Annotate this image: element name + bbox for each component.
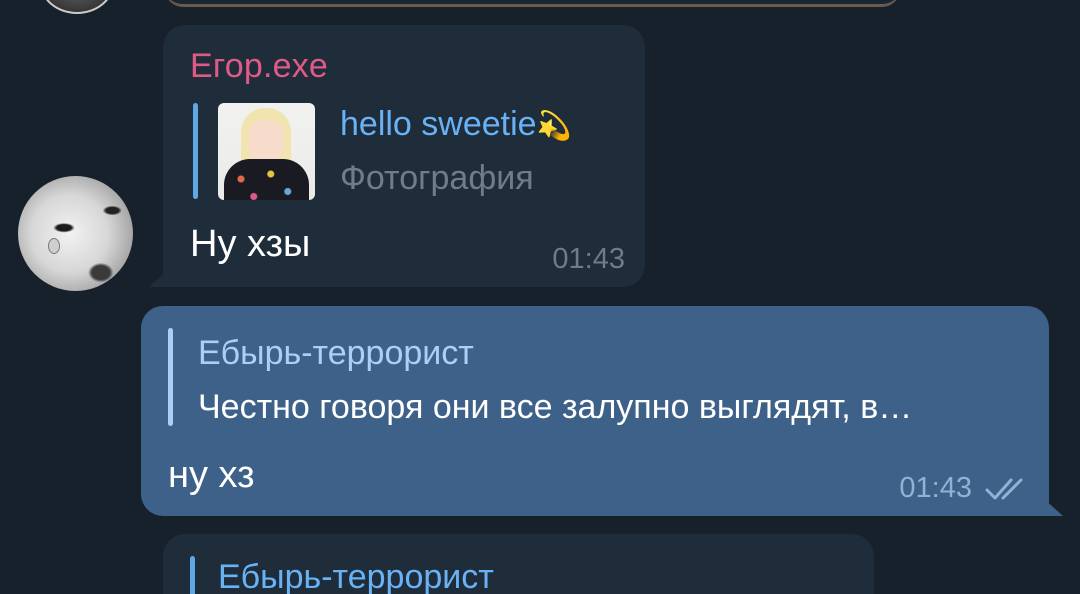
sender-avatar[interactable]	[18, 176, 133, 291]
dizzy-emoji-icon: 💫	[536, 110, 572, 141]
message-bubble-partial[interactable]	[165, 0, 900, 7]
reply-preview[interactable]: Ебырь-террорист Честно говоря они все за…	[168, 328, 1028, 428]
chat-history[interactable]: Егор.exe hello sweetie💫 Фотография Ну хз…	[0, 0, 1080, 594]
avatar[interactable]	[40, 0, 114, 14]
outgoing-message-bubble[interactable]: Ебырь-террорист Честно говоря они все за…	[141, 306, 1063, 516]
reply-title: hello sweetie💫	[340, 105, 571, 144]
reply-preview[interactable]: hello sweetie💫 Фотография	[190, 103, 630, 201]
reply-title: Ебырь-террорист	[198, 334, 474, 372]
message-time: 01:43	[552, 243, 625, 275]
sender-name[interactable]: Егор.exe	[190, 47, 328, 86]
bubble-tail	[149, 269, 169, 287]
message-text: ну хз	[168, 454, 255, 496]
incoming-message-bubble[interactable]: Егор.exe hello sweetie💫 Фотография Ну хз…	[149, 25, 645, 287]
reply-subtitle: Фотография	[340, 159, 534, 197]
incoming-message-bubble-partial[interactable]: Ебырь-террорист	[163, 534, 874, 594]
reply-title-text: hello sweetie	[340, 105, 537, 143]
message-time: 01:43	[899, 472, 972, 504]
bubble-tail	[1043, 498, 1063, 516]
reply-title: Ебырь-террорист	[218, 558, 494, 594]
double-check-icon	[985, 478, 1023, 500]
reply-bar	[168, 328, 173, 426]
reply-bar	[193, 103, 198, 199]
reply-photo-thumbnail	[218, 103, 315, 200]
reply-bar	[190, 556, 195, 594]
message-text: Ну хзы	[190, 223, 311, 265]
reply-text: Честно говоря они все залупно выглядят, …	[198, 388, 913, 426]
